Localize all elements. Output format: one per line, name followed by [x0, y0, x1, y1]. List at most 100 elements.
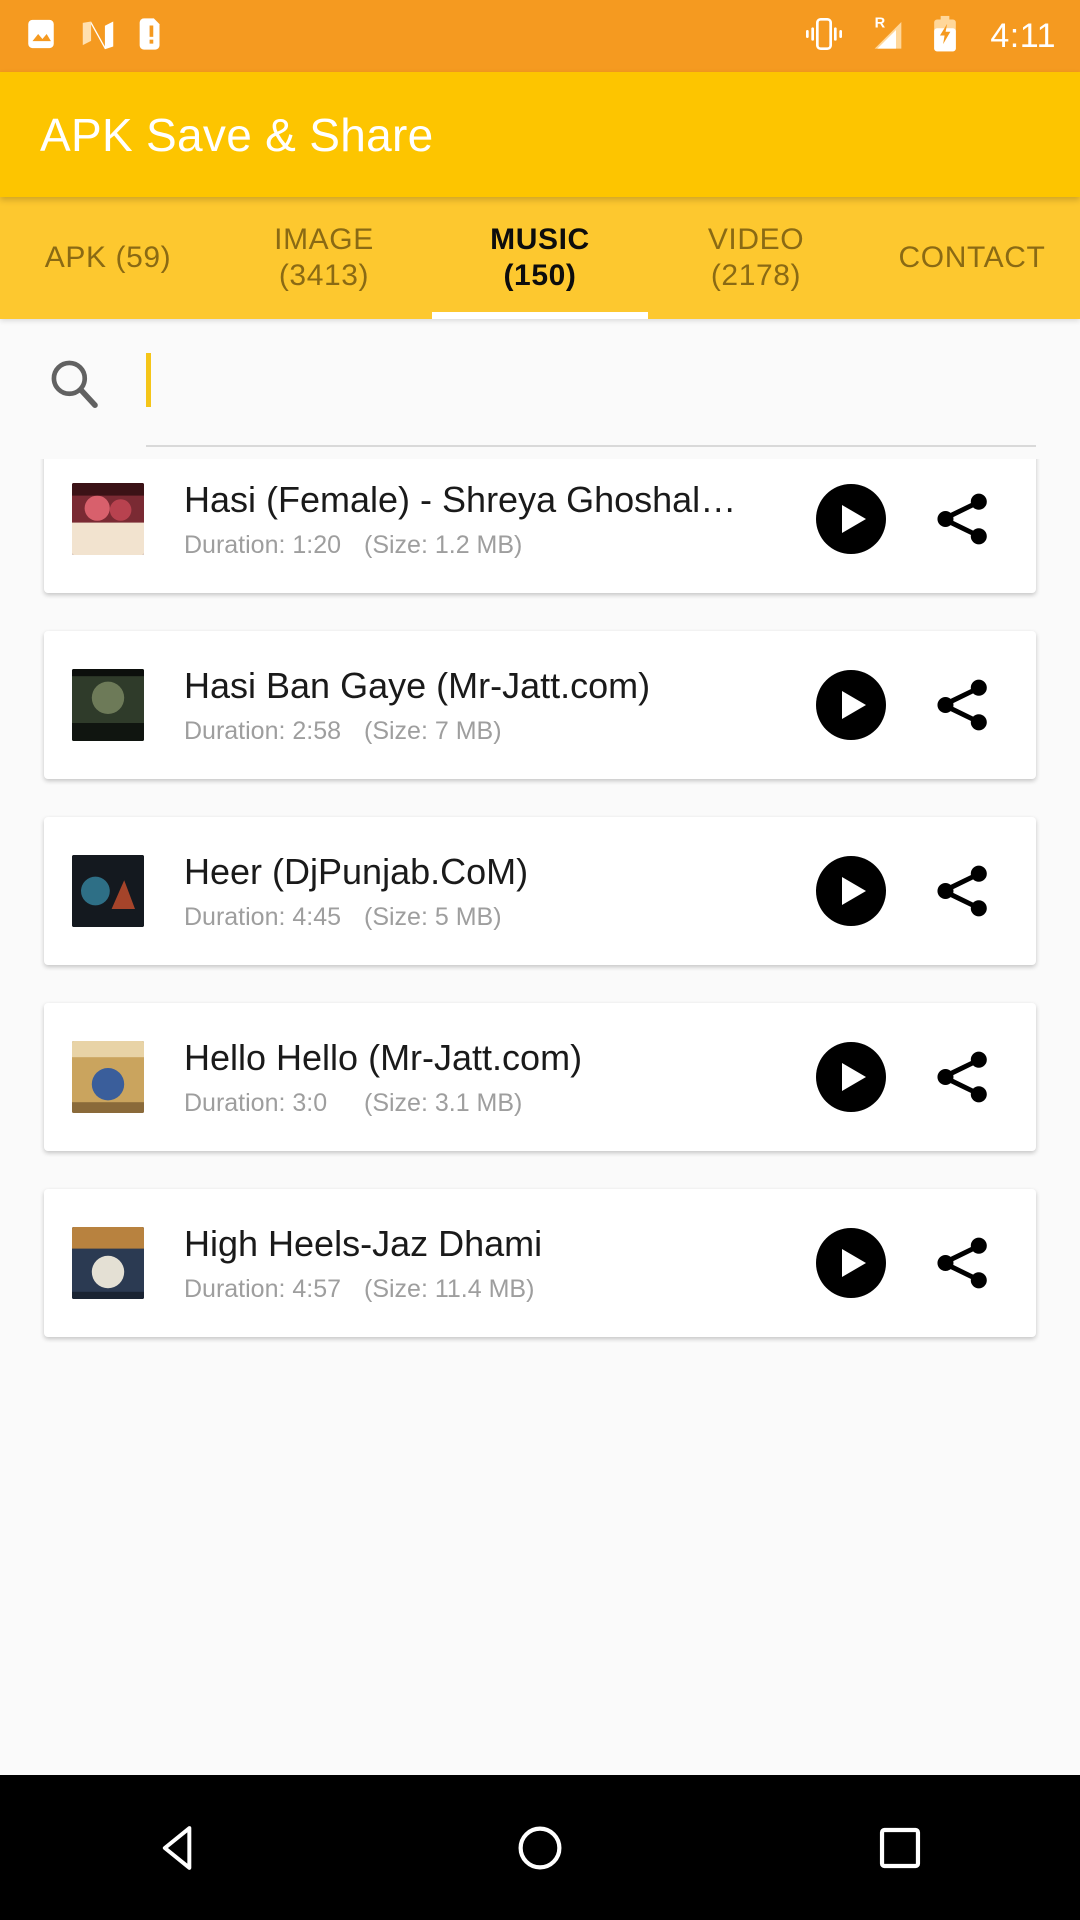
search-input[interactable] — [146, 351, 1050, 451]
play-button[interactable] — [816, 484, 886, 554]
list-item[interactable]: Hello Hello (Mr-Jatt.com) Duration: 3:0 … — [44, 1003, 1036, 1151]
status-bar-right-icons: R 4:11 — [804, 14, 1056, 59]
album-art-thumbnail — [72, 669, 144, 741]
tab-indicator — [648, 312, 864, 319]
play-button[interactable] — [816, 1228, 886, 1298]
share-button[interactable] — [914, 853, 1010, 929]
track-meta: Duration: 1:20 (Size: 1.2 MB) — [184, 531, 808, 560]
nova-launcher-icon — [80, 17, 116, 56]
list-item-text: Hello Hello (Mr-Jatt.com) Duration: 3:0 … — [184, 1037, 808, 1118]
share-icon — [937, 679, 987, 731]
track-title: Hasi (Female) - Shreya Ghoshal -... — [184, 478, 744, 520]
svg-text:R: R — [875, 15, 886, 31]
play-button[interactable] — [816, 856, 886, 926]
share-button[interactable] — [914, 667, 1010, 743]
text-caret — [146, 353, 151, 407]
list-item-text: Hasi (Female) - Shreya Ghoshal -... Dura… — [184, 479, 808, 560]
track-title: High Heels-Jaz Dhami — [184, 1222, 543, 1264]
tab-indicator — [864, 312, 1080, 319]
track-duration: Duration: 4:57 — [184, 1274, 342, 1303]
home-nav-button[interactable] — [440, 1775, 640, 1920]
album-art-thumbnail — [72, 1227, 144, 1299]
tab-indicator — [0, 312, 216, 319]
play-button[interactable] — [816, 670, 886, 740]
home-circle-icon — [518, 1826, 562, 1869]
share-button[interactable] — [914, 481, 1010, 557]
tab-apk-label: APK (59) — [44, 241, 172, 274]
battery-charging-icon — [932, 15, 958, 58]
share-button[interactable] — [914, 1039, 1010, 1115]
track-duration: Duration: 3:0 — [184, 1088, 328, 1117]
play-icon — [842, 505, 866, 533]
play-button[interactable] — [816, 1042, 886, 1112]
tab-bar: APK (59) IMAGE (3413) MUSIC (150) VIDEO … — [0, 197, 1080, 319]
tab-indicator — [216, 312, 432, 319]
track-title: Heer (DjPunjab.CoM) — [184, 850, 529, 892]
tab-music-label: MUSIC — [490, 223, 590, 256]
track-title: Hello Hello (Mr-Jatt.com) — [184, 1036, 583, 1078]
track-duration: Duration: 1:20 — [184, 530, 342, 559]
play-icon — [842, 1063, 866, 1091]
sim-alert-icon — [138, 17, 164, 56]
track-title: Hasi Ban Gaye (Mr-Jatt.com) — [184, 664, 651, 706]
tab-video[interactable]: VIDEO (2178) — [648, 197, 864, 319]
tab-image-count: (3413) — [278, 259, 370, 292]
recents-square-icon — [879, 1827, 921, 1868]
share-icon — [937, 493, 987, 545]
app-bar: APK Save & Share — [0, 72, 1080, 197]
list-item-text: High Heels-Jaz Dhami Duration: 4:57 (Siz… — [184, 1223, 808, 1304]
back-nav-button[interactable] — [80, 1775, 280, 1920]
tab-music-count: (150) — [503, 259, 577, 292]
track-meta: Duration: 4:45 (Size: 5 MB) — [184, 903, 808, 932]
image-icon — [24, 17, 58, 56]
signal-roaming-icon: R — [866, 14, 910, 59]
list-item[interactable]: Hasi (Female) - Shreya Ghoshal -... Dura… — [44, 459, 1036, 593]
share-icon — [937, 1237, 987, 1289]
list-item-text: Hasi Ban Gaye (Mr-Jatt.com) Duration: 2:… — [184, 665, 808, 746]
play-icon — [842, 691, 866, 719]
list-item[interactable]: Heer (DjPunjab.CoM) Duration: 4:45 (Size… — [44, 817, 1036, 965]
music-list[interactable]: Hasi (Female) - Shreya Ghoshal -... Dura… — [0, 459, 1080, 1594]
page-title: APK Save & Share — [40, 108, 434, 161]
tab-image[interactable]: IMAGE (3413) — [216, 197, 432, 319]
track-size: (Size: 1.2 MB) — [364, 530, 523, 559]
share-button[interactable] — [914, 1225, 1010, 1301]
vibrate-icon — [804, 16, 844, 57]
list-item[interactable]: High Heels-Jaz Dhami Duration: 4:57 (Siz… — [44, 1189, 1036, 1337]
tab-contact-label: CONTACT — [898, 241, 1046, 274]
search-input-underline — [146, 445, 1036, 447]
search-bar — [0, 319, 1080, 459]
album-art-thumbnail — [72, 1041, 144, 1113]
track-size: (Size: 3.1 MB) — [364, 1088, 523, 1117]
album-art-thumbnail — [72, 483, 144, 555]
track-meta: Duration: 2:58 (Size: 7 MB) — [184, 717, 808, 746]
track-size: (Size: 11.4 MB) — [364, 1274, 535, 1303]
system-navigation-bar — [0, 1775, 1080, 1920]
tab-apk[interactable]: APK (59) — [0, 197, 216, 319]
play-icon — [842, 877, 866, 905]
track-meta: Duration: 3:0 (Size: 3.1 MB) — [184, 1089, 808, 1118]
track-size: (Size: 5 MB) — [364, 902, 502, 931]
list-item[interactable]: Hasi Ban Gaye (Mr-Jatt.com) Duration: 2:… — [44, 631, 1036, 779]
track-duration: Duration: 4:45 — [184, 902, 342, 931]
tab-image-label: IMAGE — [274, 223, 374, 256]
album-art-thumbnail — [72, 855, 144, 927]
tab-video-count: (2178) — [710, 259, 802, 292]
track-size: (Size: 7 MB) — [364, 716, 502, 745]
back-triangle-icon — [162, 1825, 192, 1870]
track-duration: Duration: 2:58 — [184, 716, 342, 745]
track-meta: Duration: 4:57 (Size: 11.4 MB) — [184, 1275, 808, 1304]
list-item-text: Heer (DjPunjab.CoM) Duration: 4:45 (Size… — [184, 851, 808, 932]
tab-contact[interactable]: CONTACT — [864, 197, 1080, 319]
tab-indicator-active — [432, 312, 648, 319]
recents-nav-button[interactable] — [800, 1775, 1000, 1920]
tab-music[interactable]: MUSIC (150) — [432, 197, 648, 319]
play-icon — [842, 1249, 866, 1277]
share-icon — [937, 1051, 987, 1103]
status-bar-clock: 4:11 — [990, 16, 1056, 55]
status-bar-left-icons — [24, 17, 164, 56]
search-icon[interactable] — [46, 355, 102, 411]
share-icon — [937, 865, 987, 917]
status-bar: R 4:11 — [0, 0, 1080, 72]
tab-video-label: VIDEO — [707, 223, 805, 256]
